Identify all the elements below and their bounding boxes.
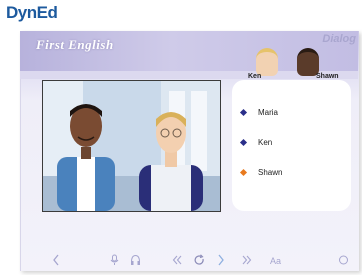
fast-forward-button[interactable]	[242, 254, 252, 271]
dyned-logo: DynEd	[6, 3, 58, 22]
repeat-button[interactable]	[194, 254, 205, 271]
record-button[interactable]	[110, 254, 119, 271]
speaker-item-ken[interactable]: Ken	[239, 136, 273, 148]
speaker-label: Maria	[258, 107, 279, 117]
double-chevron-left-icon	[172, 255, 182, 265]
shawn-avatar[interactable]	[297, 48, 319, 76]
microphone-icon	[110, 254, 119, 265]
diamond-icon	[239, 138, 248, 146]
speaker-label: Ken	[258, 137, 273, 147]
dialog-scene-image	[42, 80, 221, 212]
speaker-label: Shawn	[258, 167, 283, 177]
ken-avatar[interactable]	[256, 48, 278, 76]
ken-avatar-label: Ken	[248, 73, 262, 80]
diamond-icon	[239, 108, 248, 116]
listen-button[interactable]	[130, 254, 141, 271]
menu-button[interactable]	[338, 254, 349, 271]
repeat-icon	[194, 254, 204, 265]
chevron-right-icon	[218, 254, 224, 266]
section-title: Dialog	[322, 33, 356, 45]
shawn-avatar-label: Shawn	[316, 73, 339, 80]
chevron-left-icon	[53, 254, 59, 266]
diamond-icon	[239, 168, 248, 176]
rewind-button[interactable]	[172, 254, 182, 271]
speaker-list-panel: Maria Ken Shawn	[232, 80, 351, 211]
speaker-item-maria[interactable]: Maria	[239, 106, 279, 118]
next-button[interactable]	[217, 254, 225, 271]
playback-toolbar: Aa	[20, 252, 358, 272]
double-chevron-right-icon	[242, 255, 252, 265]
headphones-icon	[131, 254, 140, 265]
text-button[interactable]: Aa	[270, 254, 281, 268]
circle-icon	[339, 255, 348, 265]
back-button[interactable]	[52, 254, 60, 271]
app-title: First English	[36, 37, 114, 52]
scene-illustration	[43, 81, 220, 211]
speaker-item-shawn[interactable]: Shawn	[239, 166, 283, 178]
text-icon: Aa	[270, 256, 282, 266]
